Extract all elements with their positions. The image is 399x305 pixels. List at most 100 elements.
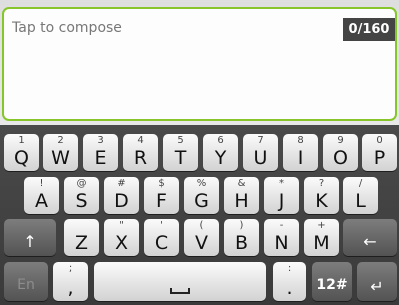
key-hint: @ — [76, 178, 87, 189]
key-hint: $ — [158, 178, 165, 189]
key-h[interactable]: & H — [224, 177, 259, 214]
key-n[interactable]: -N — [264, 219, 299, 256]
key-r[interactable]: 4R — [123, 134, 158, 171]
key-label: Y — [214, 147, 227, 169]
key-b[interactable]: ) B — [224, 219, 259, 256]
key-i[interactable]: 8I — [283, 134, 318, 171]
shift-key[interactable]: ↑ — [4, 219, 56, 256]
key-hint: ; — [68, 263, 73, 274]
enter-icon: ↵ — [370, 277, 384, 296]
key-y[interactable]: 6Y — [203, 134, 238, 171]
key-s[interactable]: @ S — [64, 177, 99, 214]
key-l[interactable]: / L — [343, 177, 378, 214]
key-comma[interactable]: ;, — [53, 262, 88, 301]
key-hint: ? — [318, 178, 325, 189]
key-label: . — [286, 277, 293, 299]
key-hint: & — [237, 178, 246, 189]
key-label: O — [333, 147, 348, 169]
key-hint: ) — [239, 220, 244, 231]
key-hint: % — [196, 178, 207, 189]
key-label: Q — [14, 147, 29, 169]
key-e[interactable]: 3E — [83, 134, 118, 171]
key-hint: - — [279, 220, 284, 231]
message-compose-field[interactable]: Tap to compose 0/160 — [2, 7, 397, 121]
key-a[interactable]: ! A — [24, 177, 59, 214]
key-label: B — [234, 232, 249, 254]
symbols-key[interactable]: 12# — [312, 262, 352, 301]
language-key[interactable]: En — [4, 262, 48, 301]
key-hint: 0 — [376, 135, 383, 146]
key-hint: 8 — [297, 135, 304, 146]
key-hint: + — [317, 220, 326, 231]
key-q[interactable]: 1Q — [4, 134, 39, 171]
shift-icon: ↑ — [23, 232, 37, 251]
key-t[interactable]: 5T — [163, 134, 198, 171]
key-hint: 3 — [97, 135, 104, 146]
key-f[interactable]: $ F — [144, 177, 179, 214]
key-label: R — [133, 147, 148, 169]
key-hint: 9 — [337, 135, 344, 146]
key-o[interactable]: 9O — [323, 134, 358, 171]
compose-placeholder: Tap to compose — [12, 20, 122, 36]
key-hint: * — [279, 178, 284, 189]
key-hint: : — [287, 263, 292, 274]
key-label: W — [51, 147, 70, 169]
key-d[interactable]: # D — [104, 177, 139, 214]
key-k[interactable]: ? K — [304, 177, 339, 214]
space-icon — [170, 288, 190, 294]
key-u[interactable]: 7U — [243, 134, 278, 171]
enter-key[interactable]: ↵ — [357, 262, 397, 301]
key-label: U — [253, 147, 268, 169]
key-x[interactable]: " X — [104, 219, 139, 256]
key-label: E — [94, 147, 107, 169]
key-hint: / — [358, 178, 363, 189]
key-label: Z — [74, 232, 89, 254]
key-p[interactable]: 0P — [362, 134, 397, 171]
key-label: P — [373, 147, 386, 169]
key-hint: 4 — [137, 135, 144, 146]
key-w[interactable]: 2W — [43, 134, 78, 171]
key-label: A — [35, 190, 48, 212]
key-j[interactable]: * J — [264, 177, 299, 214]
key-label: M — [313, 232, 330, 254]
soft-keyboard: 1Q 2W 3E 4R 5T 6Y 7U 8I 9O 0P ! A @ S # D $… — [0, 125, 399, 305]
key-hint: 5 — [177, 135, 184, 146]
key-hint: 7 — [257, 135, 264, 146]
key-label: I — [297, 147, 304, 169]
key-label: , — [67, 277, 74, 299]
key-hint: ' — [160, 220, 163, 231]
key-label: L — [355, 190, 366, 212]
key-label: S — [75, 190, 88, 212]
key-hint: ( — [199, 220, 204, 231]
key-z[interactable]: Z — [64, 219, 99, 256]
key-hint: 6 — [217, 135, 224, 146]
key-hint: 2 — [57, 135, 64, 146]
symbols-label: 12# — [316, 277, 348, 293]
key-label: K — [315, 190, 328, 212]
key-period[interactable]: :. — [273, 262, 306, 301]
key-m[interactable]: + M — [304, 219, 339, 256]
key-label: G — [194, 190, 209, 212]
compose-area: Tap to compose 0/160 — [0, 0, 399, 125]
key-hint: ! — [39, 178, 44, 189]
key-label: J — [278, 190, 285, 212]
backspace-icon: ← — [363, 232, 377, 251]
key-hint: " — [119, 220, 124, 231]
key-label: F — [156, 190, 167, 212]
language-label: En — [17, 277, 35, 293]
key-hint: # — [117, 178, 126, 189]
space-bar-key[interactable] — [94, 262, 266, 301]
key-label: H — [234, 190, 249, 212]
key-label: X — [114, 232, 129, 254]
key-v[interactable]: (V — [184, 219, 219, 256]
key-label: C — [154, 232, 169, 254]
key-label: V — [195, 232, 208, 254]
key-g[interactable]: % G — [184, 177, 219, 214]
key-hint: 1 — [18, 135, 25, 146]
key-label: N — [274, 232, 289, 254]
character-counter: 0/160 — [343, 18, 395, 41]
key-label: D — [114, 190, 129, 212]
backspace-key[interactable]: ← — [343, 219, 397, 256]
key-label: T — [174, 147, 187, 169]
key-c[interactable]: ' C — [144, 219, 179, 256]
